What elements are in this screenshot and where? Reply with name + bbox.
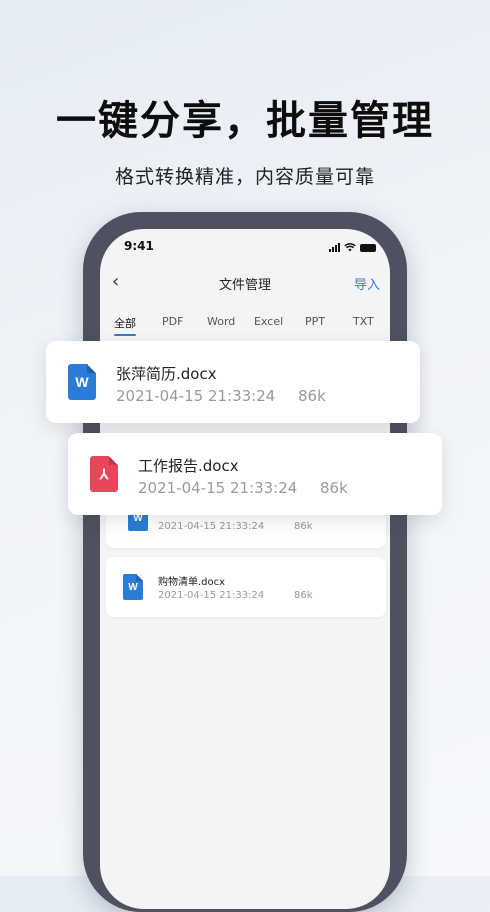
file-name: 工作报告.docx <box>138 457 239 475</box>
status-time: 9:41 <box>124 239 154 253</box>
cellular-signal-icon <box>329 243 340 252</box>
pdf-file-icon: ⅄ <box>90 456 118 492</box>
tab-ppt[interactable]: PPT <box>305 315 325 328</box>
file-size: 86k <box>294 590 313 601</box>
active-tab-indicator <box>114 334 136 336</box>
file-card-report[interactable]: ⅄ 工作报告.docx 2021-04-15 21:33:24 86k <box>68 433 442 515</box>
tab-txt[interactable]: TXT <box>353 315 374 328</box>
file-name: 购物清单.docx <box>158 577 226 588</box>
tab-all[interactable]: 全部 <box>114 315 136 331</box>
tab-word[interactable]: Word <box>207 315 235 328</box>
file-type-tabs: 全部 PDF Word Excel PPT TXT <box>100 315 390 337</box>
file-date: 2021-04-15 21:33:24 <box>158 590 265 601</box>
file-size: 86k <box>294 521 313 532</box>
battery-icon <box>360 244 376 252</box>
file-size: 86k <box>298 387 326 405</box>
page-title: 文件管理 <box>218 278 271 293</box>
word-file-icon: W <box>123 574 143 600</box>
file-date: 2021-04-15 21:33:24 <box>138 479 298 497</box>
hero-subtitle: 格式转换精准，内容质量可靠 <box>114 166 375 188</box>
file-size: 86k <box>320 479 348 497</box>
status-bar: 9:41 <box>100 239 390 259</box>
wifi-icon <box>344 243 356 252</box>
phone-screen: 9:41 ‹ 文件管理 导入 全部 PDF Word Excel PPT TXT… <box>100 229 390 909</box>
file-card-resume[interactable]: W 张萍简历.docx 2021-04-15 21:33:24 86k <box>46 341 420 423</box>
tab-excel[interactable]: Excel <box>254 315 283 328</box>
navbar: ‹ 文件管理 导入 <box>100 269 390 297</box>
file-name: 张萍简历.docx <box>116 365 217 383</box>
list-item[interactable]: W 购物清单.docx 2021-04-15 21:33:24 86k <box>106 557 386 617</box>
file-date: 2021-04-15 21:33:24 <box>116 387 276 405</box>
word-file-icon: W <box>68 364 96 400</box>
file-date: 2021-04-15 21:33:24 <box>158 521 265 532</box>
hero-title: 一键分享，批量管理 <box>56 98 434 144</box>
import-button[interactable]: 导入 <box>354 274 380 293</box>
tab-pdf[interactable]: PDF <box>162 315 183 328</box>
status-icons <box>329 243 376 252</box>
